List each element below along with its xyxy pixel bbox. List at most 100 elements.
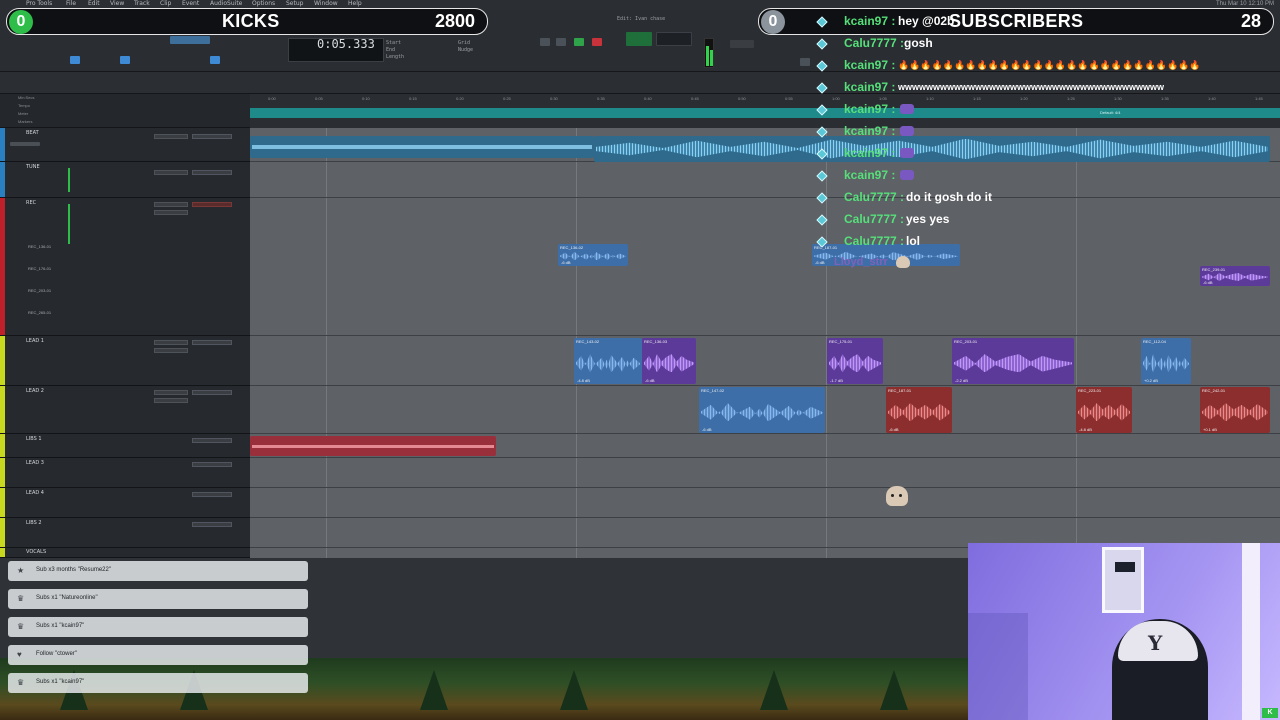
grid-selector[interactable] (730, 40, 754, 48)
play-button[interactable] (574, 38, 584, 46)
menu-setup[interactable]: Setup (286, 0, 303, 7)
track-name[interactable]: LEAD 4 (26, 490, 44, 496)
menu-file[interactable]: File (66, 0, 76, 7)
clip-name: REC_187-01 (814, 245, 838, 250)
track-color-bar (0, 458, 5, 487)
marker-lane[interactable]: 0:00 0:05 0:10 0:15 0:20 0:25 0:30 0:35 … (250, 94, 1280, 128)
alert-item: ★ Sub x3 months "Resume22" (8, 561, 308, 581)
edit-window-timeline[interactable]: REC_136-02 -6 dB REC_187-01 -6 dB REC_23… (250, 128, 1280, 558)
count-off-display[interactable] (626, 32, 652, 46)
audio-clip-lead-1[interactable]: REC_136-03 -6 dB (642, 338, 696, 384)
insert-slot-reverb[interactable] (154, 202, 188, 207)
menu-edit[interactable]: Edit (88, 0, 100, 7)
track-header-libs-1[interactable]: LIBS 1 (0, 434, 250, 458)
audio-clip-lead-1[interactable]: REC_175-01 -1.7 dB (827, 338, 883, 384)
io-selector[interactable] (192, 202, 232, 207)
track-header-vocals[interactable]: VOCALS (0, 548, 250, 558)
clip-name: REC_175-01 (829, 339, 853, 344)
stop-button[interactable] (556, 38, 566, 46)
io-selector[interactable] (192, 134, 232, 139)
insert-slot[interactable] (154, 170, 188, 175)
audio-clip-lead-2[interactable]: REC_147-02 -6 dB (699, 387, 825, 433)
chat-text: 🔥🔥🔥🔥🔥🔥🔥🔥🔥🔥🔥🔥🔥🔥🔥🔥🔥🔥🔥🔥🔥🔥🔥🔥🔥🔥🔥 (898, 60, 1201, 70)
scale-tick: 0:40 (644, 96, 652, 101)
track-name[interactable]: LEAD 2 (26, 388, 44, 394)
record-button[interactable] (592, 38, 602, 46)
audio-clip-lead-1[interactable]: REC_112-04 +0.2 dB (1141, 338, 1191, 384)
audio-clip-lead-2[interactable]: REC_223-01 -4.8 dB (1076, 387, 1132, 433)
insert-slot-reverb[interactable] (154, 390, 188, 395)
output-meter (704, 38, 714, 68)
track-name[interactable]: TUNE (26, 164, 40, 170)
track-color-bar (0, 386, 5, 433)
track-name[interactable]: VOCALS (26, 549, 46, 555)
audio-clip-lead-1[interactable]: REC_203-01 -2.2 dB (952, 338, 1074, 384)
solo-mute-buttons[interactable] (10, 142, 40, 146)
settings-gear-icon[interactable] (800, 58, 810, 66)
io-selector[interactable] (192, 492, 232, 497)
chat-text: hey @02b (898, 14, 955, 28)
track-header-tune[interactable]: TUNE (0, 162, 250, 198)
track-lane-tune[interactable] (250, 162, 1280, 198)
track-name[interactable]: LIBS 2 (26, 520, 42, 526)
audio-clip-rec[interactable]: REC_136-02 -6 dB (558, 244, 628, 266)
insert-slot-delay[interactable] (154, 210, 188, 215)
track-header-beat[interactable]: BEAT (0, 128, 250, 162)
menu-help[interactable]: Help (348, 0, 362, 7)
track-header-libs-2[interactable]: LIBS 2 (0, 518, 250, 548)
audio-clip-rec[interactable]: REC_239-01 -6 dB (1200, 266, 1270, 286)
insert-slot-delay[interactable] (154, 398, 188, 403)
io-selector[interactable] (192, 390, 232, 395)
clip-name: REC_136-03 (644, 339, 668, 344)
menu-view[interactable]: View (110, 0, 124, 7)
audio-clip-lead-2[interactable]: REC_187-01 -6 dB (886, 387, 952, 433)
track-name[interactable]: LIBS 1 (26, 436, 42, 442)
edit-mode-button[interactable] (120, 56, 130, 64)
io-selector[interactable] (192, 170, 232, 175)
insert-slot-delay[interactable] (154, 348, 188, 353)
menu-clip[interactable]: Clip (160, 0, 171, 7)
scale-tick: 1:30 (1114, 96, 1122, 101)
track-name[interactable]: LEAD 3 (26, 460, 44, 466)
track-header-lead-3[interactable]: LEAD 3 (0, 458, 250, 488)
menu-track[interactable]: Track (134, 0, 150, 7)
track-header-rec[interactable]: REC REC_136-01 REC_176-01 REC_203-01 REC… (0, 198, 250, 336)
menu-audiosuite[interactable]: AudioSuite (210, 0, 242, 7)
track-name[interactable]: BEAT (26, 130, 39, 136)
ruler-labels: Min:Secs Tempo Meter Markers (0, 94, 250, 128)
scale-tick: 0:25 (503, 96, 511, 101)
audio-clip-lead-1[interactable]: REC_143-02 -4.8 dB (574, 338, 642, 384)
clip-name: REC_147-02 (701, 388, 725, 393)
track-header-lead-4[interactable]: LEAD 4 (0, 488, 250, 518)
audio-clip-lead-2[interactable]: REC_242-01 +0.1 dB (1200, 387, 1270, 433)
track-lane-lead-1[interactable] (250, 336, 1280, 386)
io-selector[interactable] (192, 340, 232, 345)
track-lane-rec[interactable] (250, 198, 1280, 336)
grid-tool-button[interactable] (210, 56, 220, 64)
track-header-lead-2[interactable]: LEAD 2 (0, 386, 250, 434)
zoom-preset-button[interactable] (70, 56, 80, 64)
clip-gain: +0.1 dB (1203, 427, 1217, 432)
track-header-lead-1[interactable]: LEAD 1 (0, 336, 250, 386)
track-color-bar (0, 162, 5, 197)
tempo-display[interactable] (656, 32, 692, 46)
menu-pro-tools[interactable]: Pro Tools (26, 0, 52, 7)
kicks-counter-overlay: 0 KICKS 2800 (6, 8, 488, 35)
audio-clip-beat[interactable] (250, 136, 594, 158)
menu-window[interactable]: Window (314, 0, 338, 7)
rewind-button[interactable] (540, 38, 550, 46)
edit-tool-button[interactable] (170, 36, 210, 44)
track-lane-lead-3[interactable] (250, 458, 1280, 488)
audio-clip-libs-1[interactable] (250, 436, 496, 456)
io-selector[interactable] (192, 462, 232, 467)
insert-slot[interactable] (154, 134, 188, 139)
io-selector[interactable] (192, 438, 232, 443)
track-name[interactable]: LEAD 1 (26, 338, 44, 344)
track-name[interactable]: REC (26, 200, 36, 206)
menu-options[interactable]: Options (252, 0, 275, 7)
insert-slot-reverb[interactable] (154, 340, 188, 345)
track-lane-lead-4[interactable] (250, 488, 1280, 518)
audio-clip-beat[interactable] (594, 136, 1270, 162)
io-selector[interactable] (192, 522, 232, 527)
menu-event[interactable]: Event (182, 0, 199, 7)
